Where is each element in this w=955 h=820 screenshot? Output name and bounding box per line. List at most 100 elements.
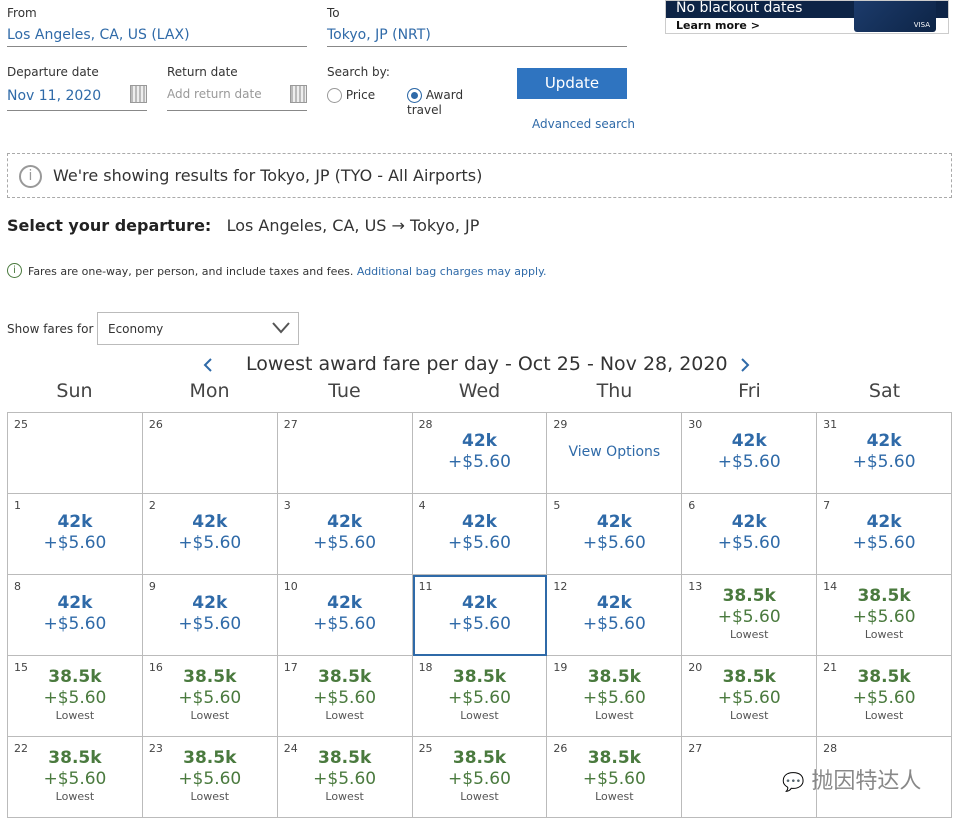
award-fee: +$5.60 <box>43 688 107 708</box>
calendar-day-cell[interactable]: 26 38.5k +$5.60 Lowest <box>547 737 683 818</box>
calendar-day-cell[interactable]: 17 38.5k +$5.60 Lowest <box>277 656 413 737</box>
calendar-icon[interactable] <box>290 85 307 103</box>
award-miles: 42k <box>57 512 93 532</box>
calendar-day-cell[interactable]: 2 42k +$5.60 <box>142 494 278 575</box>
calendar-day-cell[interactable]: 6 42k +$5.60 <box>682 494 818 575</box>
calendar-day-cell[interactable]: 24 38.5k +$5.60 Lowest <box>277 737 413 818</box>
fare-class-select[interactable]: Economy <box>97 312 299 345</box>
to-input[interactable]: Tokyo, JP (NRT) <box>327 27 627 47</box>
day-number: 13 <box>688 580 703 593</box>
calendar-day-cell[interactable]: 14 38.5k +$5.60 Lowest <box>817 575 952 656</box>
calendar-day-cell[interactable]: 18 38.5k +$5.60 Lowest <box>412 656 548 737</box>
calendar-day-cell[interactable]: 29 View Options <box>547 413 683 494</box>
day-number: 26 <box>553 742 568 755</box>
to-label: To <box>327 6 340 20</box>
calendar-day-cell[interactable]: 19 38.5k +$5.60 Lowest <box>547 656 683 737</box>
weekday-header: Thu <box>596 380 633 402</box>
day-number: 25 <box>14 418 28 431</box>
award-miles: 42k <box>327 593 363 613</box>
day-number: 6 <box>688 499 696 512</box>
ad-learn-more[interactable]: Learn more > <box>676 19 760 32</box>
calendar-day-cell[interactable]: 20 38.5k +$5.60 Lowest <box>682 656 818 737</box>
calendar-day-cell[interactable]: 3 42k +$5.60 <box>277 494 413 575</box>
calendar-day-cell[interactable]: 23 38.5k +$5.60 Lowest <box>142 737 278 818</box>
calendar-day-cell[interactable]: 12 42k +$5.60 <box>547 575 683 656</box>
award-fee: +$5.60 <box>582 688 646 708</box>
advanced-search-link[interactable]: Advanced search <box>532 117 635 131</box>
award-miles: 38.5k <box>48 667 102 687</box>
visa-logo: VISA <box>913 21 930 29</box>
weekday-header: Sat <box>868 380 901 402</box>
day-number: 15 <box>14 661 28 674</box>
award-miles: 42k <box>57 593 93 613</box>
day-number: 22 <box>14 742 28 755</box>
award-fee: +$5.60 <box>448 452 511 472</box>
day-number: 26 <box>148 418 163 431</box>
weekday-header: Sun <box>56 380 93 402</box>
radio-price[interactable]: Price <box>327 88 375 103</box>
previous-week-button[interactable] <box>202 357 214 373</box>
day-number: 27 <box>283 418 298 431</box>
calendar-day-cell[interactable]: 5 42k +$5.60 <box>547 494 683 575</box>
calendar-day-cell[interactable]: 9 42k +$5.60 <box>142 575 278 656</box>
view-options-link[interactable]: View Options <box>547 444 681 460</box>
lowest-tag: Lowest <box>55 790 95 803</box>
day-number: 3 <box>283 499 291 512</box>
calendar-day-cell: 27 <box>277 413 413 494</box>
departure-date-input[interactable]: Nov 11, 2020 <box>7 88 147 111</box>
day-number: 31 <box>823 418 838 431</box>
calendar-day-cell[interactable]: 1 42k +$5.60 <box>8 494 143 575</box>
calendar-day-cell[interactable]: 16 38.5k +$5.60 Lowest <box>142 656 278 737</box>
award-fee: +$5.60 <box>448 769 511 789</box>
award-miles: 42k <box>462 431 497 451</box>
calendar-day-cell[interactable]: 8 42k +$5.60 <box>8 575 143 656</box>
credit-card-image: VISA <box>854 1 936 32</box>
day-number: 1 <box>14 499 21 512</box>
award-fee: +$5.60 <box>852 688 916 708</box>
calendar-day-cell[interactable]: 15 38.5k +$5.60 Lowest <box>8 656 143 737</box>
calendar-day-cell[interactable]: 22 38.5k +$5.60 Lowest <box>8 737 143 818</box>
calendar-day-cell[interactable]: 7 42k +$5.60 <box>817 494 952 575</box>
ad-banner[interactable]: No blackout dates Learn more > VISA <box>665 0 949 34</box>
award-miles: 38.5k <box>722 667 776 687</box>
lowest-tag: Lowest <box>325 790 364 803</box>
award-fee: +$5.60 <box>313 769 377 789</box>
departure-date-label: Departure date <box>7 65 99 79</box>
weekday-header: Tue <box>328 380 361 402</box>
calendar-day-cell[interactable]: 28 42k +$5.60 <box>412 413 548 494</box>
calendar-day-cell[interactable]: 21 38.5k +$5.60 Lowest <box>817 656 952 737</box>
day-number: 29 <box>553 418 568 431</box>
bag-charges-link[interactable]: Additional bag charges may apply. <box>357 265 547 278</box>
calendar-day-cell[interactable]: 10 42k +$5.60 <box>277 575 413 656</box>
award-fee: +$5.60 <box>43 533 107 553</box>
day-number: 23 <box>148 742 163 755</box>
from-input[interactable]: Los Angeles, CA, US (LAX) <box>7 27 307 47</box>
day-number: 21 <box>823 661 838 674</box>
calendar-day-cell[interactable]: 4 42k +$5.60 <box>412 494 548 575</box>
calendar-day-cell[interactable]: 30 42k +$5.60 <box>682 413 818 494</box>
update-button[interactable]: Update <box>517 68 627 99</box>
award-fee: +$5.60 <box>313 533 377 553</box>
return-date-label: Return date <box>167 65 238 79</box>
award-miles: 38.5k <box>587 667 641 687</box>
next-week-button[interactable] <box>739 357 751 373</box>
award-miles: 38.5k <box>48 748 102 768</box>
award-miles: 42k <box>327 512 363 532</box>
radio-award-travel[interactable]: Award travel <box>407 88 467 117</box>
fares-note: Fares are one-way, per person, and inclu… <box>28 265 547 278</box>
lowest-tag: Lowest <box>864 628 904 641</box>
departure-date-value: Nov 11, 2020 <box>7 88 102 104</box>
return-date-placeholder: Add return date <box>167 87 262 101</box>
radio-icon[interactable] <box>327 88 342 103</box>
award-fee: +$5.60 <box>717 607 781 627</box>
award-miles: 42k <box>596 512 632 532</box>
calendar-day-cell[interactable]: 11 42k +$5.60 <box>412 575 548 656</box>
calendar-day-cell[interactable]: 25 38.5k +$5.60 Lowest <box>412 737 548 818</box>
radio-selected-icon[interactable] <box>407 88 422 103</box>
return-date-input[interactable]: Add return date <box>167 86 307 111</box>
award-miles: 42k <box>192 593 228 613</box>
fares-note-text: Fares are one-way, per person, and inclu… <box>28 265 354 278</box>
calendar-day-cell[interactable]: 31 42k +$5.60 <box>817 413 952 494</box>
calendar-day-cell[interactable]: 13 38.5k +$5.60 Lowest <box>682 575 818 656</box>
calendar-icon[interactable] <box>130 85 147 103</box>
